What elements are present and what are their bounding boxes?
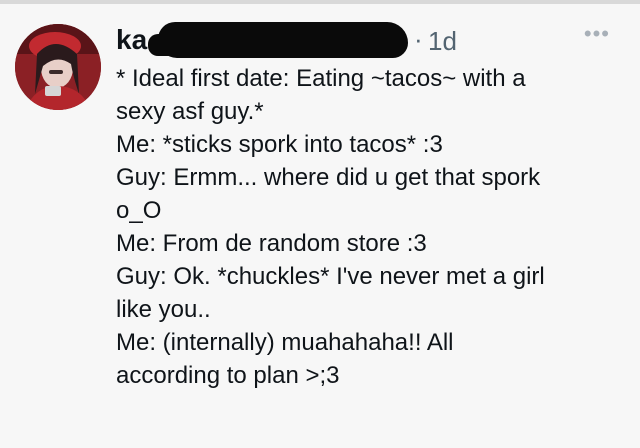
timestamp[interactable]: 1d <box>428 26 457 56</box>
tweet-text-line: * Ideal first date: Eating ~tacos~ with … <box>116 65 526 92</box>
avatar[interactable] <box>15 24 101 110</box>
tweet-text-line: like you.. <box>116 296 211 323</box>
avatar-image <box>15 24 101 110</box>
separator-dot: · <box>414 24 423 54</box>
tweet-text-line: Guy: Ermm... where did u get that spork <box>116 164 541 191</box>
author-name[interactable]: ka <box>116 24 147 56</box>
tweet-text-line: sexy asf guy.* <box>116 98 264 125</box>
tweet-text-line: Me: From de random store :3 <box>116 230 427 257</box>
tweet-text-line: o_O <box>116 197 162 224</box>
tweet: ka · 1d ••• * Ideal first date: Eating ~… <box>0 0 640 448</box>
tweet-header: ka · 1d ••• <box>116 20 616 60</box>
more-options-icon[interactable]: ••• <box>584 22 610 46</box>
tweet-text-line: according to plan >;3 <box>116 362 340 389</box>
tweet-text-line: Guy: Ok. *chuckles* I've never met a gir… <box>116 263 545 290</box>
tweet-text: * Ideal first date: Eating ~tacos~ with … <box>116 62 631 392</box>
tweet-text-line: Me: (internally) muahahaha!! All <box>116 329 454 356</box>
redaction-mark <box>158 22 408 58</box>
redaction-mark <box>148 34 178 56</box>
divider <box>0 0 640 4</box>
tweet-text-line: Me: *sticks spork into tacos* :3 <box>116 131 443 158</box>
